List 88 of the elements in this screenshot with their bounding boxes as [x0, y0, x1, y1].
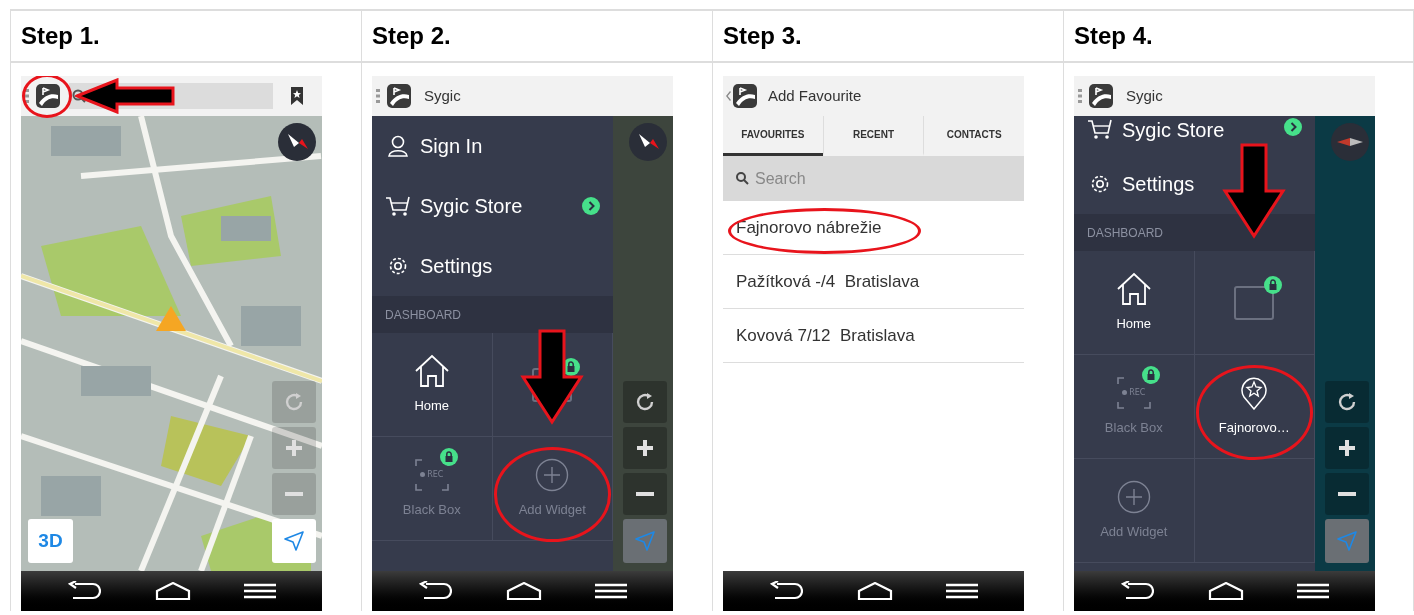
widget-label: Home [1116, 314, 1152, 333]
app-title: Sygic [424, 85, 461, 106]
favourite-item[interactable]: Kovová 7/12 Bratislava [736, 322, 915, 349]
rotate-button[interactable] [1325, 381, 1369, 423]
app-logo-icon [386, 83, 412, 109]
home-icon [413, 353, 450, 388]
favourite-item[interactable]: Pažítková -/4 Bratislava [736, 268, 920, 295]
widget-label: Fajnorovo… [1218, 418, 1290, 437]
menu-item[interactable]: Settings [1074, 154, 1315, 214]
menu-item[interactable]: Sign In [372, 116, 613, 176]
navigation-arrow-icon [284, 531, 304, 551]
menu-icon[interactable] [946, 583, 978, 599]
add-icon [1116, 479, 1151, 514]
compass-icon[interactable] [1331, 123, 1369, 161]
minus-icon [636, 492, 654, 496]
zoom-out-button[interactable] [1325, 473, 1369, 515]
step-heading: Step 1. [21, 21, 100, 51]
frame-corners-icon [413, 457, 450, 492]
step-heading: Step 3. [723, 21, 802, 51]
drawer-handle-icon [25, 89, 29, 103]
home-icon [1115, 271, 1152, 306]
navigation-arrow-icon [635, 531, 655, 551]
dashboard-widget[interactable]: Home [1074, 251, 1195, 355]
star-pin-icon [1240, 375, 1269, 410]
3d-mode-button[interactable]: 3D [28, 519, 73, 563]
minus-icon [1338, 492, 1356, 496]
drawer-handle-icon [376, 89, 380, 103]
back-icon[interactable] [418, 581, 452, 601]
settings-icon [1089, 173, 1111, 195]
rotate-button[interactable] [623, 381, 667, 423]
plus-icon [1338, 439, 1356, 457]
zoom-in-button[interactable] [1325, 427, 1369, 469]
menu-item[interactable]: Sygic Store [372, 176, 613, 236]
menu-icon[interactable] [1297, 583, 1329, 599]
drawer-handle-icon [1078, 89, 1082, 103]
step-heading: Step 4. [1074, 21, 1153, 51]
minus-icon [285, 492, 303, 496]
locate-button[interactable] [272, 519, 316, 563]
rec-label: REC [427, 470, 444, 479]
zoom-out-button[interactable] [623, 473, 667, 515]
plus-icon [636, 439, 654, 457]
rec-label: REC [1129, 388, 1146, 397]
frame-corners-icon [1115, 375, 1152, 410]
zoom-in-button[interactable] [623, 427, 667, 469]
widget-label: Black Box [402, 500, 461, 519]
favourite-item[interactable]: Fajnorovo nábrežie [736, 214, 882, 241]
search-icon [736, 172, 749, 185]
menu-item[interactable]: Settings [372, 236, 613, 296]
home-icon[interactable] [505, 582, 542, 600]
home-icon[interactable] [1207, 582, 1244, 600]
back-icon[interactable] [769, 581, 803, 601]
settings-icon [387, 255, 409, 277]
user-icon [388, 135, 408, 157]
menu-item[interactable]: Sygic Store [1074, 118, 1315, 154]
back-chevron-icon[interactable] [726, 91, 731, 101]
cart-icon [1087, 118, 1113, 140]
section-header: DASHBOARD [372, 296, 613, 333]
app-logo-icon [35, 83, 61, 109]
add-icon [535, 457, 570, 492]
menu-icon[interactable] [595, 583, 627, 599]
rotate-icon [635, 392, 655, 412]
step-heading: Step 2. [372, 21, 451, 51]
rotate-icon [284, 392, 304, 412]
compass-icon[interactable] [278, 123, 316, 161]
plus-icon [285, 439, 303, 457]
home-icon[interactable] [154, 582, 191, 600]
bookmark-icon[interactable] [290, 86, 304, 106]
widget-label: Add Widget [1100, 522, 1168, 541]
section-header: DASHBOARD [1074, 214, 1315, 251]
cart-icon [385, 195, 411, 217]
search-field[interactable]: Search [723, 156, 1024, 201]
menu-icon[interactable] [244, 583, 276, 599]
dashboard-widget[interactable]: Home [372, 333, 493, 437]
navigation-arrow-icon [1337, 531, 1357, 551]
app-title: Sygic [1126, 85, 1163, 106]
widget-label: Add Widget [518, 500, 586, 519]
app-logo-icon [732, 83, 758, 109]
back-icon[interactable] [67, 581, 101, 601]
compass-icon[interactable] [629, 123, 667, 161]
search-input[interactable]: Search [755, 166, 995, 191]
app-logo-icon [1088, 83, 1114, 109]
home-icon[interactable] [856, 582, 893, 600]
back-icon[interactable] [1120, 581, 1154, 601]
rotate-icon [1337, 392, 1357, 412]
widget-label: Black Box [1104, 418, 1163, 437]
widget-label: Home [414, 396, 450, 415]
screen-title: Add Favourite [768, 85, 862, 106]
dashboard-widget[interactable]: Fajnorovo… [1194, 355, 1315, 459]
